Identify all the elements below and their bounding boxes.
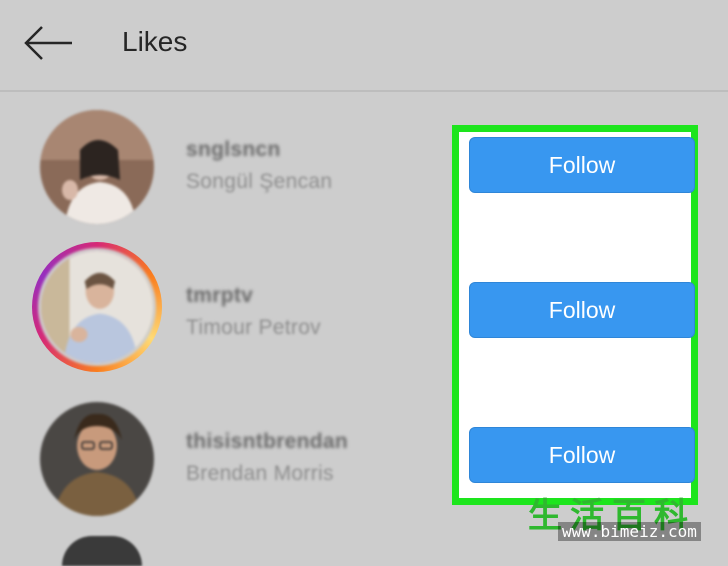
avatar[interactable] [38,400,156,518]
avatar-image [40,110,154,224]
username[interactable]: tmrptv [186,284,253,308]
avatar[interactable] [38,108,156,226]
full-name: Songül Şencan [186,170,333,193]
avatar-image [38,248,156,366]
follow-button[interactable]: Follow [469,137,695,193]
watermark: 生活百科 www.bimeiz.com [528,488,728,546]
avatar-image [40,402,154,516]
follow-button[interactable]: Follow [469,427,695,483]
follow-button[interactable]: Follow [469,282,695,338]
watermark-url: www.bimeiz.com [558,522,701,541]
back-arrow-icon[interactable] [22,24,74,62]
username[interactable]: snglsncn [186,138,281,162]
avatar-partial [62,536,142,566]
full-name: Timour Petrov [186,316,321,339]
header-bar: Likes [0,0,728,92]
full-name: Brendan Morris [186,462,334,485]
page-title: Likes [122,26,188,57]
avatar-story-ring[interactable] [32,242,162,372]
username[interactable]: thisisntbrendan [186,430,348,454]
